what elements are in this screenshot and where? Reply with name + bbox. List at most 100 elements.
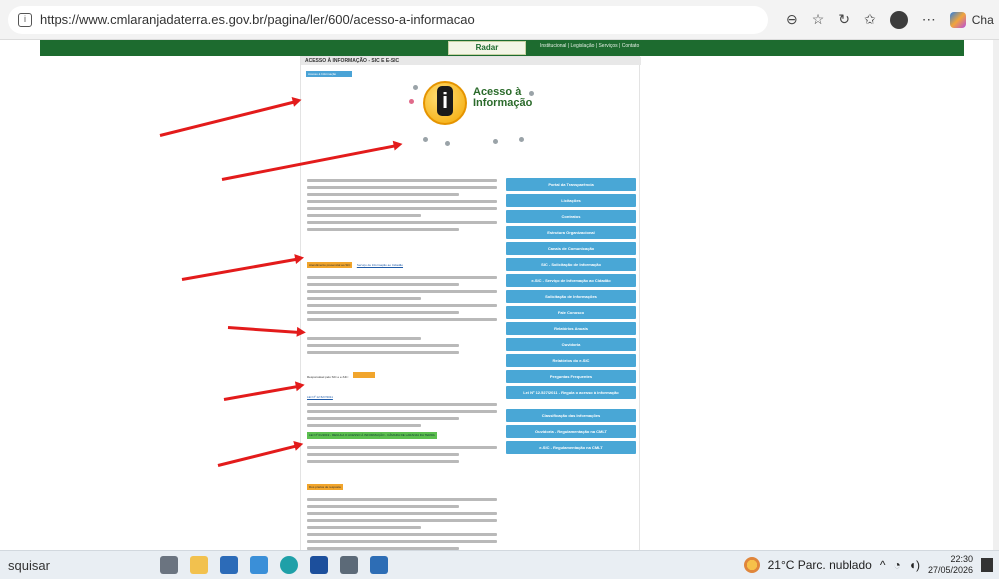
- side-menu-button[interactable]: Contratos: [506, 210, 636, 223]
- favorites-icon[interactable]: ✩: [864, 11, 876, 28]
- text-line: [307, 221, 497, 224]
- decor-dot: [445, 141, 450, 146]
- url-field[interactable]: i https://www.cmlaranjadaterra.es.gov.br…: [8, 5, 768, 34]
- edge-icon[interactable]: [280, 556, 298, 574]
- text-line: [307, 214, 421, 217]
- site-header: Radar Institucional | Legislação | Servi…: [40, 40, 964, 56]
- app-icon[interactable]: [340, 556, 358, 574]
- text-line: [307, 207, 497, 210]
- side-menu-button[interactable]: Relatórios do e-SIC: [506, 354, 636, 367]
- decor-dot: [423, 137, 428, 142]
- side-menu-button[interactable]: Perguntas Frequentes: [506, 370, 636, 383]
- text-line: [307, 403, 497, 406]
- web-viewport: Radar Institucional | Legislação | Servi…: [0, 40, 999, 550]
- text-line: [307, 526, 421, 529]
- side-menu-button[interactable]: Estrutura Organizacional: [506, 226, 636, 239]
- text-line: [307, 540, 497, 543]
- word-icon[interactable]: [310, 556, 328, 574]
- weather-text[interactable]: 21°C Parc. nublado: [768, 558, 872, 572]
- mail-icon[interactable]: [370, 556, 388, 574]
- taskbar-apps: [160, 556, 388, 574]
- clock[interactable]: 22:30 27/05/2026: [928, 554, 973, 576]
- browser-window: i https://www.cmlaranjadaterra.es.gov.br…: [0, 0, 999, 579]
- system-tray: 21°C Parc. nublado ^ ◔ ◖) 22:30 27/05/20…: [743, 554, 993, 576]
- volume-icon[interactable]: ◖): [909, 558, 920, 572]
- page-scrollbar[interactable]: [993, 40, 999, 550]
- radar-logo[interactable]: Radar: [448, 41, 526, 55]
- copilot-icon[interactable]: [949, 11, 966, 28]
- store-icon[interactable]: [220, 556, 238, 574]
- site-info-icon[interactable]: i: [18, 12, 32, 27]
- text-line: [307, 318, 497, 321]
- red-arrow-annotation: [223, 384, 300, 401]
- text-line: [307, 519, 497, 522]
- regulation-section: LEI Nº 01/2019 - REGULA O ACESSO À INFOR…: [307, 423, 497, 467]
- text-line: [307, 351, 459, 354]
- taskbar: squisar 21°C Parc. nublado ^ ◔ ◖) 22:30 …: [0, 550, 999, 579]
- side-menu-button[interactable]: e-SIC - Regulamentação na CMLT: [506, 441, 636, 454]
- side-menu-button[interactable]: Licitações: [506, 194, 636, 207]
- side-menu-button[interactable]: Canais de Comunicação: [506, 242, 636, 255]
- law-link[interactable]: LEI Nº 12.527/2011: [307, 395, 333, 399]
- presential-section: Atendimento presencial ao SIC Serviço de…: [307, 253, 497, 358]
- profile-avatar[interactable]: [889, 10, 908, 29]
- decor-dot: [519, 137, 524, 142]
- clock-date: 27/05/2026: [927, 565, 973, 575]
- responsible-label: Responsável pelo SIC e e-SIC:: [307, 375, 349, 379]
- section-link[interactable]: Serviço de Informação ao Cidadão: [357, 263, 403, 267]
- more-icon[interactable]: ⋯: [922, 11, 936, 28]
- side-menu-button[interactable]: Portal da Transparência: [506, 178, 636, 191]
- section-heading: Atendimento presencial ao SIC: [307, 262, 353, 268]
- text-line: [307, 505, 459, 508]
- site-nav[interactable]: Institucional | Legislação | Serviços | …: [540, 43, 639, 49]
- favorite-star-icon[interactable]: ☆: [812, 11, 825, 28]
- text-line: [307, 179, 497, 182]
- red-arrow-annotation: [181, 257, 299, 281]
- decor-dot: [493, 139, 498, 144]
- text-line: [307, 498, 497, 501]
- red-arrow-annotation: [159, 100, 297, 137]
- side-menu-button[interactable]: Classificação das Informações: [506, 409, 636, 422]
- side-menu: Portal da Transparência Licitações Contrat…: [506, 178, 636, 457]
- side-menu-button[interactable]: Ouvidoria - Regulamentação na CMLT: [506, 425, 636, 438]
- text-line: [307, 276, 497, 279]
- url-text: https://www.cmlaranjadaterra.es.gov.br/p…: [40, 12, 475, 27]
- task-view-icon[interactable]: [160, 556, 178, 574]
- browser-toolbar: ⊖ ☆ ↻ ✩ ⋯ Cha: [786, 10, 994, 29]
- refresh-icon[interactable]: ↻: [838, 11, 850, 28]
- photos-icon[interactable]: [250, 556, 268, 574]
- tray-chevron-icon[interactable]: ^: [880, 558, 886, 572]
- text-line: [307, 200, 497, 203]
- side-menu-button[interactable]: Solicitação de Informações: [506, 290, 636, 303]
- side-menu-button[interactable]: SIC - Solicitação de Informação: [506, 258, 636, 271]
- text-line: [307, 512, 497, 515]
- text-line: [307, 337, 421, 340]
- side-menu-button[interactable]: Relatórios Anuais: [506, 322, 636, 335]
- decor-dot: [413, 85, 418, 90]
- page-title: ACESSO À INFORMAÇÃO - SIC E E-SIC: [301, 57, 641, 65]
- deadlines-heading: Dos prazos de resposta: [307, 484, 343, 490]
- file-explorer-icon[interactable]: [190, 556, 208, 574]
- weather-icon[interactable]: [743, 557, 760, 573]
- copilot-label[interactable]: Cha: [972, 13, 994, 27]
- text-line: [307, 297, 421, 300]
- clock-time: 22:30: [950, 554, 973, 564]
- network-icon[interactable]: ◔: [893, 558, 900, 572]
- text-line: [307, 417, 459, 420]
- text-line: [307, 344, 459, 347]
- side-menu-button[interactable]: Ouvidoria: [506, 338, 636, 351]
- notification-icon[interactable]: [981, 558, 993, 572]
- side-menu-button[interactable]: Lei Nº 12.527/2011 - Regula o acesso à i…: [506, 386, 636, 399]
- text-line: [307, 228, 459, 231]
- info-letter-icon: i: [437, 86, 453, 116]
- decor-dot: [529, 91, 534, 96]
- text-line: [307, 283, 459, 286]
- access-info-banner: i Acesso à Informação: [401, 77, 541, 152]
- zoom-icon[interactable]: ⊖: [786, 11, 798, 28]
- text-line: [307, 193, 459, 196]
- side-menu-button[interactable]: Fale Conosco: [506, 306, 636, 319]
- taskbar-search[interactable]: squisar: [0, 558, 150, 573]
- side-menu-button[interactable]: e-SIC - Serviço de Informação ao Cidadão: [506, 274, 636, 287]
- text-line: [307, 311, 459, 314]
- breadcrumb[interactable]: Acesso à Informação: [306, 71, 352, 77]
